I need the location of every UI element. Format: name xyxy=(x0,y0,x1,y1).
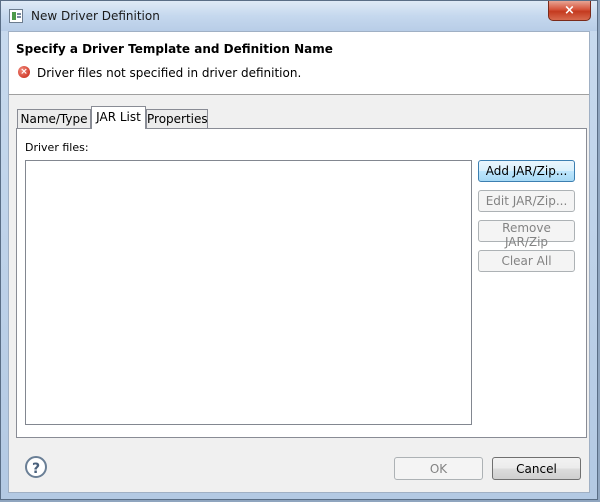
tab-properties[interactable]: Properties xyxy=(146,109,208,128)
edit-jar-zip-button[interactable]: Edit JAR/Zip... xyxy=(478,190,575,212)
close-icon: × xyxy=(564,3,575,18)
error-message: Driver files not specified in driver def… xyxy=(37,66,302,80)
dialog-header: Specify a Driver Template and Definition… xyxy=(9,32,589,95)
jar-list-panel: Driver files: Add JAR/Zip... Edit JAR/Zi… xyxy=(16,128,587,438)
help-icon[interactable]: ? xyxy=(25,456,47,478)
close-button[interactable]: × xyxy=(548,1,591,21)
dialog-window: New Driver Definition × Specify a Driver… xyxy=(0,0,598,500)
error-icon: × xyxy=(18,66,30,78)
driver-files-list[interactable] xyxy=(25,160,472,425)
page-title: Specify a Driver Template and Definition… xyxy=(16,42,333,56)
driver-definition-icon xyxy=(9,9,23,23)
clear-all-button[interactable]: Clear All xyxy=(478,250,575,272)
tab-name-type[interactable]: Name/Type xyxy=(17,109,91,128)
cancel-button[interactable]: Cancel xyxy=(492,457,581,480)
remove-jar-zip-button[interactable]: Remove JAR/Zip xyxy=(478,220,575,249)
window-title: New Driver Definition xyxy=(31,9,160,23)
tab-jar-list[interactable]: JAR List xyxy=(91,106,146,129)
driver-files-label: Driver files: xyxy=(25,141,89,154)
add-jar-zip-button[interactable]: Add JAR/Zip... xyxy=(478,160,575,182)
title-bar[interactable]: New Driver Definition × xyxy=(1,1,597,31)
ok-button[interactable]: OK xyxy=(394,457,483,480)
dialog-client-area: Specify a Driver Template and Definition… xyxy=(8,31,590,493)
